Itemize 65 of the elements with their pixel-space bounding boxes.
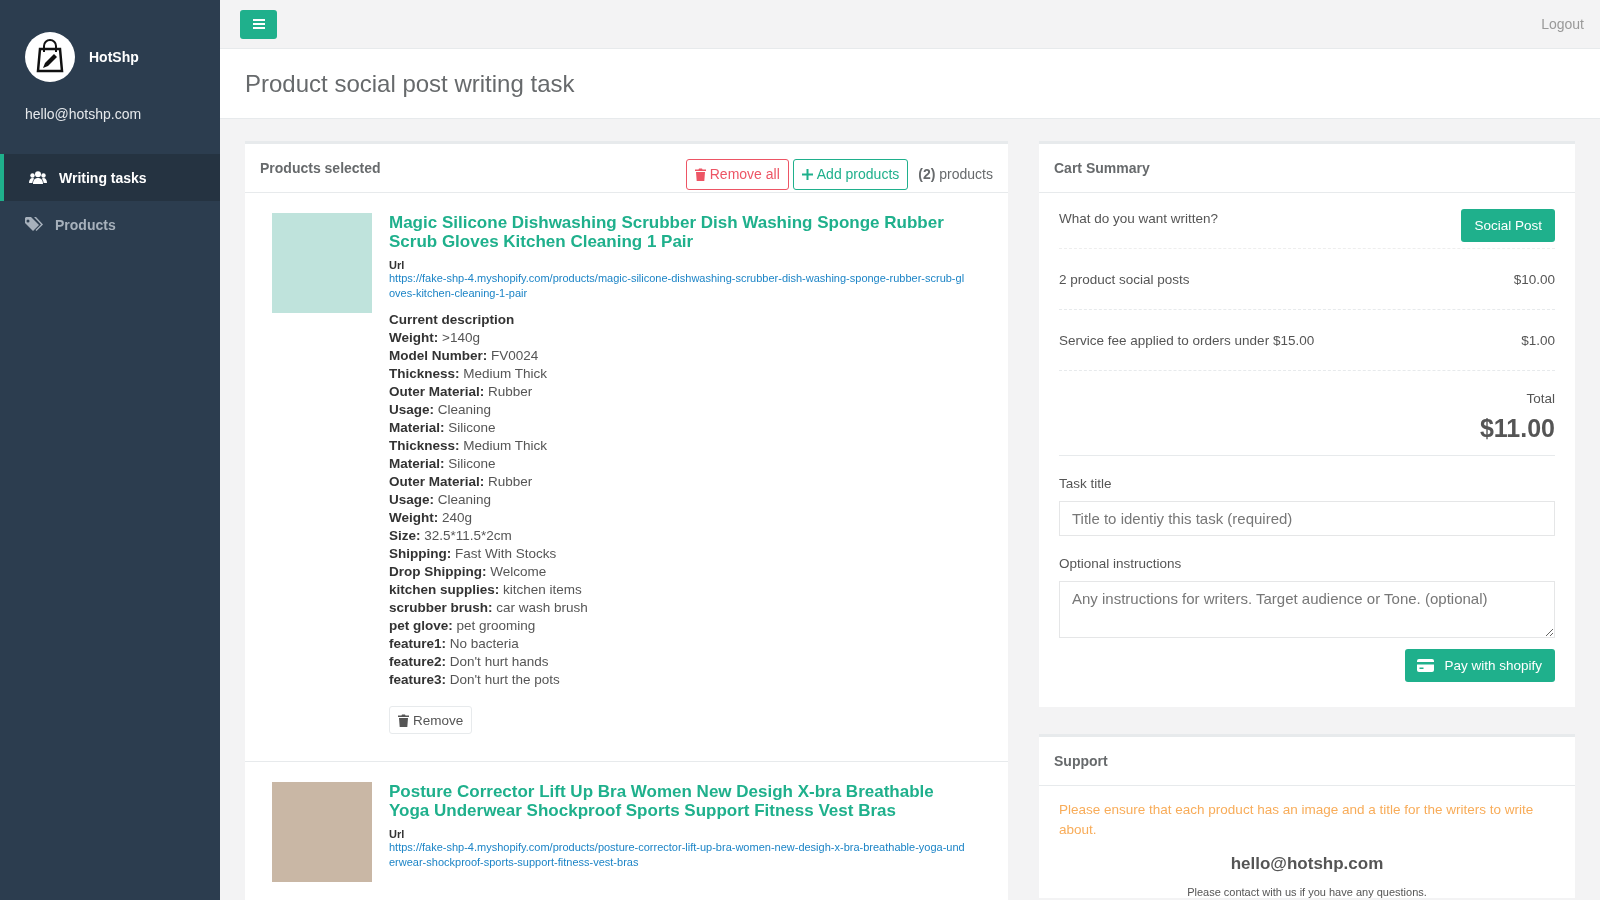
card-title: Support [1054, 753, 1108, 769]
task-title-input[interactable]: Title to identiy this task (required) [1059, 501, 1555, 536]
product-url-link[interactable]: https://fake-shp-4.myshopify.com/products/posture-corrector-lift-up-bra-women-new-desigh-x-bra-breathable-yoga-underwear-shockproof-sports-support-fitness-vest-bras [389, 840, 969, 870]
description-line: Usage: Cleaning [389, 491, 492, 509]
description-line: Thickness: Medium Thick [389, 365, 548, 383]
instructions-textarea[interactable]: Any instructions for writers. Target audience or Tone. (optional) [1059, 581, 1555, 638]
card-title: Cart Summary [1054, 160, 1150, 176]
line-item-label: 2 product social posts [1059, 271, 1190, 287]
notice-text: Please ensure that each product has an image and a title for the writers to write about. [1059, 801, 1535, 839]
description-line: Usage: Cleaning [389, 401, 492, 419]
description-line: Size: 32.5*11.5*2cm [389, 527, 512, 545]
description-line: Thickness: Medium Thick [389, 437, 548, 455]
tags-icon [25, 217, 43, 232]
remove-all-button[interactable]: Remove all [685, 158, 789, 190]
brand-name: HotShp [89, 49, 139, 65]
line-item-label: Service fee applied to orders under $15.00 [1059, 332, 1315, 348]
description-line: Weight: >140g [389, 329, 480, 347]
description-line: feature3: Don't hurt the pots [389, 671, 560, 689]
contact-text: Please contact with us if you have any questions. [1186, 886, 1428, 898]
description-line: Material: Silicone [389, 455, 496, 473]
description-line: feature2: Don't hurt hands [389, 653, 549, 671]
question-label: What do you want written? [1059, 211, 1219, 226]
support-email: hello@hotshp.com [1229, 854, 1385, 874]
line-item-amount: $10.00 [1513, 271, 1555, 287]
total-amount: $11.00 [1479, 414, 1555, 443]
total-label: Total [1526, 391, 1555, 406]
description-heading: Current description [389, 311, 515, 329]
url-label: Url [389, 828, 405, 840]
field-label: Task title [1059, 476, 1113, 491]
description-line: Drop Shipping: Welcome [389, 563, 547, 581]
description-line: Outer Material: Rubber [389, 383, 533, 401]
menu-icon [252, 19, 265, 29]
menu-button[interactable] [240, 9, 277, 39]
user-email: hello@hotshp.com [24, 105, 143, 122]
product-title-link[interactable]: Posture Corrector Lift Up Bra Women New Desigh X-bra Breathable Yoga Underwear Shockproof Sports Support Fitness Vest Bras [389, 782, 969, 820]
description-line: Outer Material: Rubber [389, 473, 533, 491]
pay-button[interactable]: Pay with shopify [1405, 649, 1555, 682]
social-post-button[interactable]: Social Post [1461, 209, 1555, 242]
card-title: Products selected [260, 160, 381, 176]
description-line: Model Number: FV0024 [389, 347, 539, 365]
line-item-amount: $1.00 [1521, 332, 1555, 348]
description-line: Shipping: Fast With Stocks [389, 545, 557, 563]
sidebar-item[interactable]: Writing tasks [0, 154, 220, 201]
users-icon [29, 171, 47, 184]
sidebar-item[interactable]: Products [0, 201, 220, 248]
description-line: scrubber brush: car wash brush [389, 599, 588, 617]
description-line: pet glove: pet grooming [389, 617, 536, 635]
bag-logo-icon [25, 32, 75, 82]
trash-icon [398, 713, 409, 727]
url-label: Url [389, 259, 405, 271]
plus-icon [801, 168, 813, 180]
remove-button[interactable]: Remove [389, 706, 473, 734]
product-count: (2) products [918, 166, 993, 182]
credit-card-icon [1417, 659, 1435, 672]
product-url-link[interactable]: https://fake-shp-4.myshopify.com/products/magic-silicone-dishwashing-scrubber-dish-washing-sponge-rubber-scrub-gloves-kitchen-cleaning-1-pair [389, 271, 969, 301]
product-title-link[interactable]: Magic Silicone Dishwashing Scrubber Dish Washing Sponge Rubber Scrub Gloves Kitchen Cleaning 1 Pair [389, 213, 969, 251]
description-line: Weight: 240g [389, 509, 473, 527]
page-title: Product social post writing task [245, 69, 575, 98]
description-line: feature1: No bacteria [389, 635, 519, 653]
description-line: Material: Silicone [389, 419, 496, 437]
field-label: Optional instructions [1059, 556, 1183, 571]
logout-link[interactable]: Logout [1541, 16, 1584, 32]
trash-icon [694, 167, 706, 181]
add-products-button[interactable]: Add products [792, 158, 909, 190]
description-line: kitchen supplies: kitchen items [389, 581, 582, 599]
